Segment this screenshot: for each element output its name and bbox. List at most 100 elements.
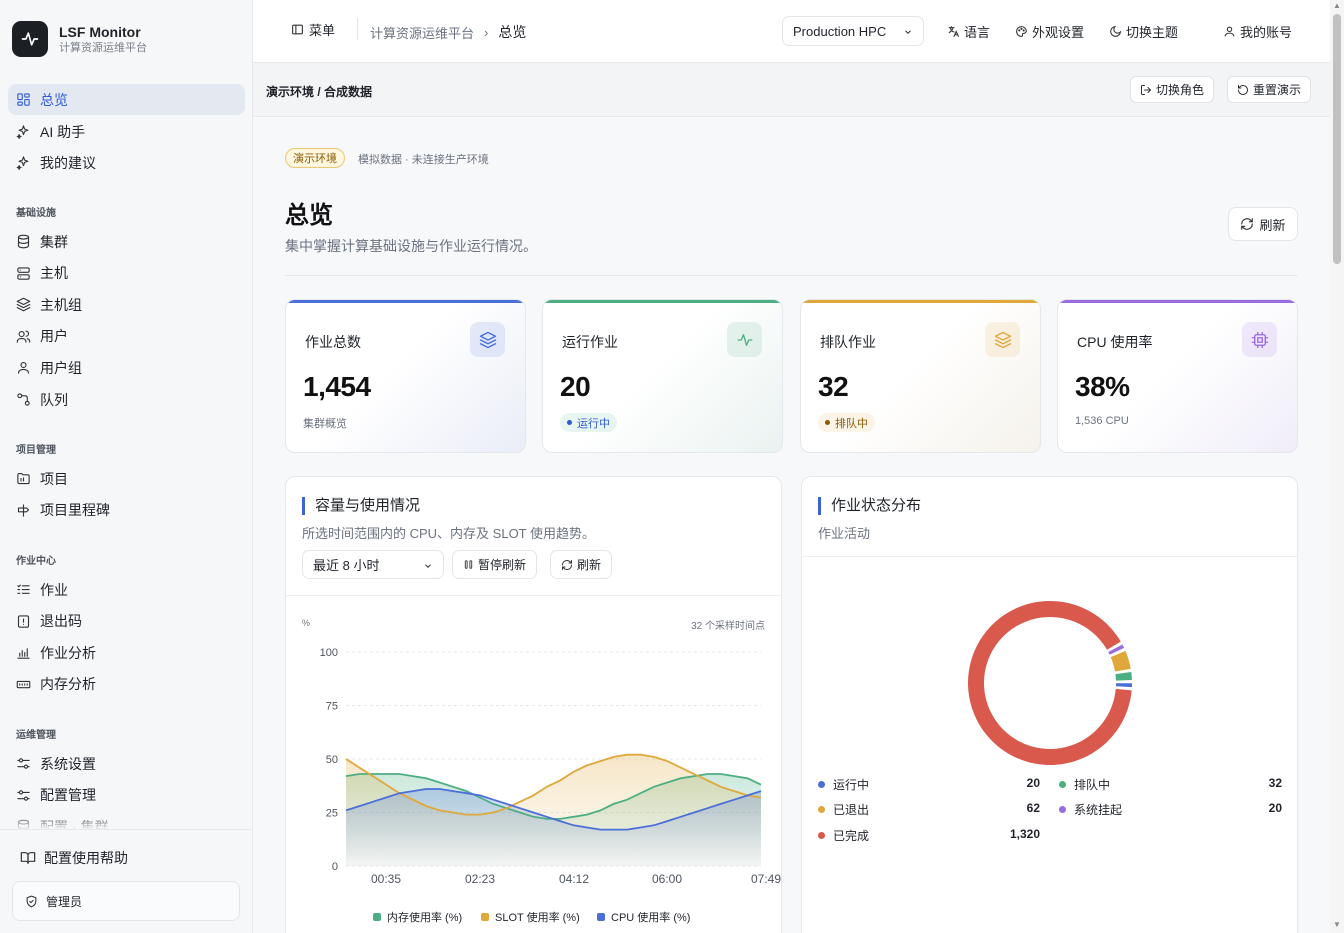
scroll-up-icon[interactable]: ▲ <box>1333 2 1341 10</box>
menu-toggle-label: 菜单 <box>309 23 336 38</box>
user-icon <box>1224 26 1235 37</box>
kpi-status-pill: 运行中 <box>560 413 617 432</box>
memory-icon <box>16 680 31 688</box>
sidebar-item-label: 主机 <box>40 265 68 282</box>
y-tick-label: 100 <box>320 647 338 659</box>
chart-refresh-button[interactable]: 刷新 <box>550 550 613 579</box>
help-link[interactable]: 配置使用帮助 <box>20 848 128 868</box>
layers-icon <box>479 331 496 348</box>
cpu-icon <box>1251 331 1268 348</box>
kpi-card: 排队作业 32 排队中 <box>800 299 1041 453</box>
appearance-button[interactable]: 外观设置 <box>1015 22 1084 41</box>
sidebar-item-2-2[interactable]: 作业分析 <box>8 637 245 668</box>
donut-slice-2[interactable] <box>1110 650 1131 672</box>
main-content: 演示环境 模拟数据 · 未连接生产环境 总览 集中掌握计算基础设施与作业运行情况… <box>253 118 1330 933</box>
sidebar-item-label: 集群 <box>40 233 68 250</box>
sidebar-item-label: 项目里程碑 <box>40 502 110 519</box>
language-button[interactable]: 语言 <box>947 22 990 41</box>
kpi-label: 运行作业 <box>562 334 618 350</box>
y-tick-label: 0 <box>332 861 338 873</box>
chart-legend-item[interactable]: CPU 使用率 (%) <box>597 909 690 925</box>
refresh-icon <box>562 559 572 570</box>
sidebar-item-0-2[interactable]: 主机组 <box>8 289 245 320</box>
sidebar-footer: 配置使用帮助 管理员 <box>0 829 252 933</box>
sidebar-item-label: AI 助手 <box>40 123 86 140</box>
reset-demo-button[interactable]: 重置演示 <box>1227 76 1312 103</box>
sidebar-item-1-1[interactable]: 项目里程碑 <box>8 495 245 526</box>
sidebar-item-2-3[interactable]: 内存分析 <box>8 669 245 700</box>
list-icon <box>17 584 30 594</box>
alert-icon <box>17 614 30 628</box>
legend-dot <box>1059 781 1066 788</box>
scroll-thumb[interactable] <box>1333 14 1341 264</box>
legend-swatch <box>597 913 605 921</box>
sidebar-item-1[interactable]: AI 助手 <box>8 116 245 147</box>
switch-role-button[interactable]: 切换角色 <box>1130 76 1215 103</box>
capacity-subtitle: 所选时间范围内的 CPU、内存及 SLOT 使用趋势。 <box>302 526 596 541</box>
topbar: 菜单 计算资源运维平台 › 总览 Production HPC 语言 外观设置 … <box>253 0 1330 63</box>
sidebar-item-0[interactable]: 总览 <box>8 84 245 115</box>
donut-slice-4[interactable] <box>968 601 1132 765</box>
sidebar-item-2[interactable]: 我的建议 <box>8 147 245 178</box>
status-legend-item[interactable]: 已退出 <box>818 801 869 818</box>
brand-name: LSF Monitor <box>59 23 141 40</box>
role-selector[interactable]: 管理员 <box>12 881 240 921</box>
donut-slice-1[interactable] <box>1115 671 1132 681</box>
demo-label: 演示环境 / 合成数据 <box>266 85 373 99</box>
sidebar-item-label: 队列 <box>40 391 68 408</box>
sidebar-item-2-0[interactable]: 作业 <box>8 574 245 605</box>
sidebar-item-0-3[interactable]: 用户 <box>8 321 245 352</box>
kpi-note: 1,536 CPU <box>1075 415 1129 427</box>
demo-bar: 演示环境 / 合成数据 切换角色 重置演示 <box>253 63 1330 117</box>
sidebar-item-1-0[interactable]: 项目 <box>8 463 245 494</box>
brand[interactable]: LSF Monitor 计算资源运维平台 <box>12 19 147 59</box>
sidebar-item-3-0[interactable]: 系统设置 <box>8 748 245 779</box>
distribution-title: 作业状态分布 <box>818 497 921 515</box>
chart-legend-item[interactable]: 内存使用率 (%) <box>373 909 462 925</box>
time-range-select[interactable]: 最近 8 小时 <box>302 550 444 579</box>
sidebar-item-label: 主机组 <box>40 296 82 313</box>
capacity-panel: 容量与使用情况 所选时间范围内的 CPU、内存及 SLOT 使用趋势。 最近 8… <box>285 476 782 933</box>
kpi-label: CPU 使用率 <box>1077 334 1153 350</box>
sidebar-item-0-1[interactable]: 主机 <box>8 258 245 289</box>
sidebar-item-0-0[interactable]: 集群 <box>8 226 245 257</box>
page-scrollbar[interactable]: ▲ ▼ <box>1330 0 1344 933</box>
sparkles-icon <box>16 125 29 139</box>
distribution-panel: 作业状态分布 作业活动 运行中 20 排队中 32 已退出 62 系统挂起 20 已完成 1,32… <box>801 476 1298 933</box>
layers-icon <box>16 297 31 312</box>
sidebar-item-0-4[interactable]: 用户组 <box>8 352 245 383</box>
pause-icon <box>464 560 473 569</box>
menu-toggle-button[interactable]: 菜单 <box>291 20 335 39</box>
account-button[interactable]: 我的账号 <box>1223 22 1292 41</box>
divider <box>357 18 358 40</box>
page-refresh-label: 刷新 <box>1259 217 1286 233</box>
sidebar-section-title: 运维管理 <box>16 730 56 741</box>
sidebar-item-0-5[interactable]: 队列 <box>8 384 245 415</box>
status-legend-item[interactable]: 已完成 <box>818 827 869 844</box>
kpi-value: 20 <box>560 371 591 402</box>
status-legend-value: 62 <box>1026 801 1040 815</box>
divider <box>285 275 1298 276</box>
kpi-label: 排队作业 <box>820 334 876 350</box>
pause-refresh-button[interactable]: 暂停刷新 <box>452 550 538 579</box>
status-legend-item[interactable]: 运行中 <box>818 776 869 793</box>
sidebar-item-2-1[interactable]: 退出码 <box>8 606 245 637</box>
cluster-select[interactable]: Production HPC <box>782 16 924 46</box>
legend-dot <box>818 806 825 813</box>
breadcrumb-root[interactable]: 计算资源运维平台 <box>370 23 474 42</box>
sidebar-item-3-1[interactable]: 配置管理 <box>8 780 245 811</box>
scroll-down-icon[interactable]: ▼ <box>1333 921 1341 929</box>
status-legend-item[interactable]: 系统挂起 <box>1059 801 1122 818</box>
donut-slice-0[interactable] <box>1115 683 1132 688</box>
page-refresh-button[interactable]: 刷新 <box>1228 207 1298 241</box>
account-label: 我的账号 <box>1240 25 1293 40</box>
legend-swatch <box>373 913 381 921</box>
legend-dot <box>1059 806 1066 813</box>
theme-toggle-button[interactable]: 切换主题 <box>1109 22 1178 41</box>
help-link-label: 配置使用帮助 <box>44 850 128 866</box>
x-tick-label: 00:35 <box>371 872 401 886</box>
kpi-card: 作业总数 1,454 集群概览 <box>285 299 526 453</box>
kpi-card: 运行作业 20 运行中 <box>542 299 783 453</box>
chart-legend-item[interactable]: SLOT 使用率 (%) <box>481 909 580 925</box>
status-legend-item[interactable]: 排队中 <box>1059 776 1110 793</box>
